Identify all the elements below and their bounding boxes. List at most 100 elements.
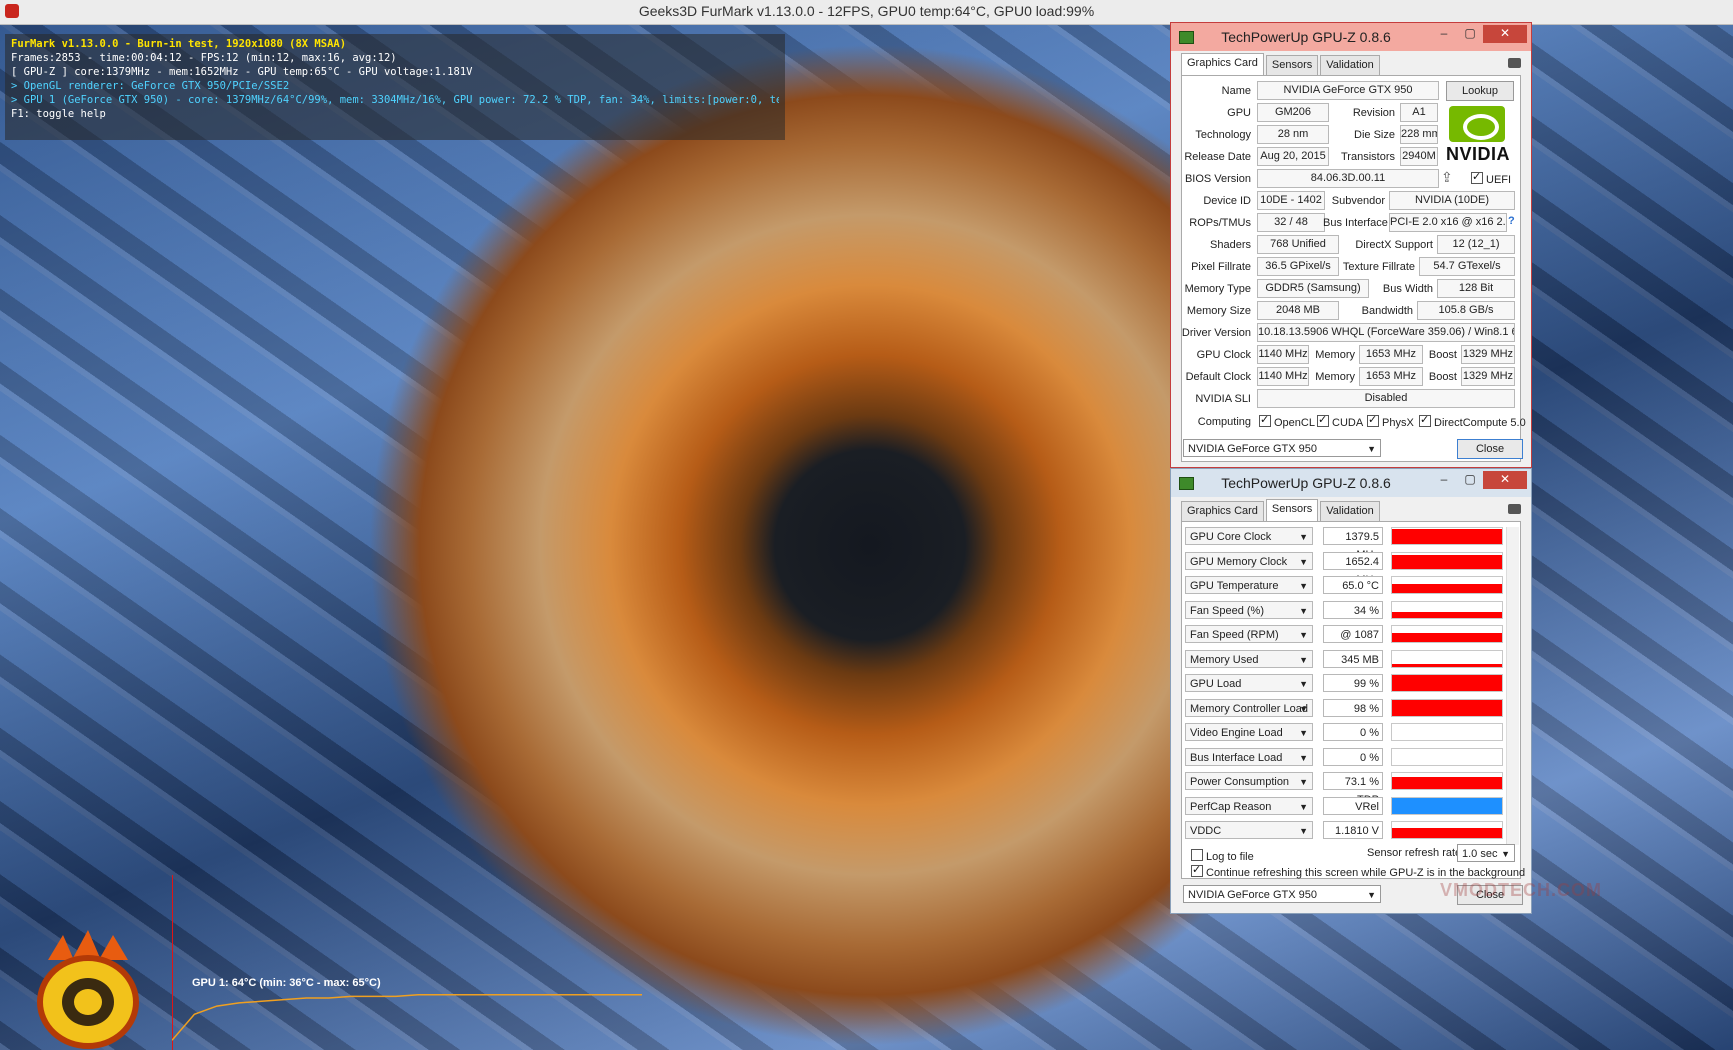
bus-help-icon[interactable]: ? [1508,215,1515,227]
sensor-graph-fill [1392,664,1502,667]
field-memory-size: 2048 MB [1257,301,1339,320]
refresh-rate-select[interactable]: 1.0 sec ▼ [1457,844,1515,862]
tab-sensors[interactable]: Sensors [1265,499,1319,522]
tab-graphics-card[interactable]: Graphics Card [1181,53,1264,76]
continue-refresh-label: Continue refreshing this screen while GP… [1206,867,1526,879]
sensor-graph [1391,674,1503,692]
maximize-button[interactable]: ▢ [1457,25,1483,43]
field-default-memory: 1653 MHz [1359,367,1423,386]
label-default-boost: Boost [1428,371,1457,383]
lookup-button[interactable]: Lookup [1446,81,1514,101]
tab-graphics-card[interactable]: Graphics Card [1181,501,1264,522]
sensor-name-select[interactable]: Memory Used ▼ [1185,649,1313,668]
gpuz-card-title: TechPowerUp GPU-Z 0.8.6 [1221,29,1391,45]
label-gpu: GPU [1227,107,1251,119]
close-window-button[interactable]: ✕ [1483,25,1527,43]
field-die-size: 228 mm² [1400,125,1438,144]
field-default-boost: 1329 MHz [1461,367,1515,386]
continue-refresh-checkbox[interactable]: Continue refreshing this screen while GP… [1191,863,1526,879]
minimize-button[interactable]: – [1431,25,1457,43]
tab-sensors[interactable]: Sensors [1265,55,1319,76]
sensor-graph-fill [1392,797,1502,814]
label-texture-fillrate: Texture Fillrate [1342,261,1415,273]
furmark-hud: FurMark v1.13.0.0 - Burn-in test, 1920x1… [5,34,785,140]
label-revision: Revision [1352,107,1395,119]
tab-validation[interactable]: Validation [1320,501,1380,522]
sensor-graph [1391,551,1503,570]
nvidia-logo-icon: NVIDIA [1439,106,1517,166]
sensor-value: 345 MB [1323,649,1383,668]
field-gpu-clock: 1140 MHz [1257,345,1309,364]
physx-checkbox[interactable]: PhysX [1367,413,1414,429]
uefi-checkbox[interactable]: UEFI [1471,170,1512,186]
sensor-graph-fill [1392,675,1502,691]
log-to-file-checkbox[interactable]: Log to file [1191,849,1254,863]
sensor-name-select[interactable]: Video Engine Load ▼ [1185,723,1313,741]
sensor-name-select[interactable]: Fan Speed (RPM) ▼ [1185,625,1313,643]
directcompute-checkbox[interactable]: DirectCompute 5.0 [1419,413,1526,429]
sensor-name-select[interactable]: Power Consumption ▼ [1185,772,1313,790]
field-subvendor: NVIDIA (10DE) [1389,191,1515,210]
opencl-checkbox[interactable]: OpenCL [1259,413,1315,429]
field-bios: 84.06.3D.00.11 [1257,169,1439,188]
label-memory-type: Memory Type [1184,283,1251,295]
field-texture-fillrate: 54.7 GTexel/s [1419,257,1515,276]
sensor-name-select[interactable]: Bus Interface Load ▼ [1185,747,1313,766]
gpuz-sensors-title: TechPowerUp GPU-Z 0.8.6 [1221,475,1391,491]
hud-line-gpu: > GPU 1 (GeForce GTX 950) - core: 1379MH… [11,94,779,106]
close-button[interactable]: Close [1457,439,1523,459]
close-window-button[interactable]: ✕ [1483,471,1527,489]
label-bios: BIOS Version [1184,173,1251,185]
share-bios-icon[interactable]: ⇪ [1441,169,1459,185]
sensor-graph-fill [1392,777,1502,789]
sensor-name-select[interactable]: VDDC ▼ [1185,821,1313,839]
sensor-name-select[interactable]: GPU Load ▼ [1185,674,1313,692]
tab-validation[interactable]: Validation [1320,55,1380,76]
cuda-checkbox[interactable]: CUDA [1317,413,1363,429]
gpuz-sensors-window: TechPowerUp GPU-Z 0.8.6 – ▢ ✕ Graphics C… [1170,468,1532,914]
chevron-down-icon: ▼ [1299,532,1308,542]
field-sli: Disabled [1257,389,1515,408]
label-driver: Driver Version [1181,327,1251,339]
field-gpu: GM206 [1257,103,1329,122]
watermark: VMODTECH.COM [1440,880,1602,900]
sensor-value: 98 % [1323,698,1383,717]
screenshot-camera-icon[interactable] [1508,504,1521,514]
minimize-button[interactable]: – [1431,471,1457,489]
refresh-rate-label: Sensor refresh rate: [1367,847,1465,859]
gpuz-card-window: TechPowerUp GPU-Z 0.8.6 – ▢ ✕ Graphics C… [1170,22,1532,468]
chevron-down-icon: ▼ [1299,728,1308,738]
device-select[interactable]: NVIDIA GeForce GTX 950 ▼ [1183,439,1381,457]
sensor-name-select[interactable]: GPU Memory Clock ▼ [1185,551,1313,570]
field-transistors: 2940M [1400,147,1438,166]
sensor-graph-fill [1392,828,1502,838]
sensor-name-select[interactable]: PerfCap Reason ▼ [1185,796,1313,815]
sensor-graph-fill [1392,611,1502,618]
sensor-name: Memory Used [1190,653,1259,666]
label-release-date: Release Date [1184,151,1251,163]
label-bandwidth: Bandwidth [1361,305,1413,317]
device-select[interactable]: NVIDIA GeForce GTX 950 ▼ [1183,885,1381,903]
field-driver: 10.18.13.5906 WHQL (ForceWare 359.06) / … [1257,323,1515,342]
sensor-name: VDDC [1190,825,1222,837]
field-default-clock: 1140 MHz [1257,367,1309,386]
uefi-label: UEFI [1486,174,1512,186]
sensor-graph-fill [1392,528,1502,544]
sensor-name-select[interactable]: Memory Controller Load ▼ [1185,698,1313,717]
label-gpu-clock: GPU Clock [1196,349,1251,361]
sensor-value: 1.1810 V [1323,821,1383,839]
sensor-name-select[interactable]: GPU Temperature ▼ [1185,576,1313,594]
sensor-name-select[interactable]: Fan Speed (%) ▼ [1185,600,1313,619]
hud-line-gpuz: [ GPU-Z ] core:1379MHz - mem:1652MHz - G… [11,66,473,78]
hud-line-frames: Frames:2853 - time:00:04:12 - FPS:12 (mi… [11,52,397,64]
maximize-button[interactable]: ▢ [1457,471,1483,489]
physx-label: PhysX [1382,417,1414,429]
label-technology: Technology [1195,129,1251,141]
sensor-scrollbar[interactable] [1506,527,1519,845]
device-select-value: NVIDIA GeForce GTX 950 [1188,443,1317,455]
screenshot-camera-icon[interactable] [1508,58,1521,68]
sensor-name-select[interactable]: GPU Core Clock ▼ [1185,527,1313,545]
refresh-rate-value: 1.0 sec [1462,848,1498,860]
directcompute-label: DirectCompute 5.0 [1434,417,1526,429]
sensor-value: 73.1 % TDP [1323,772,1383,806]
